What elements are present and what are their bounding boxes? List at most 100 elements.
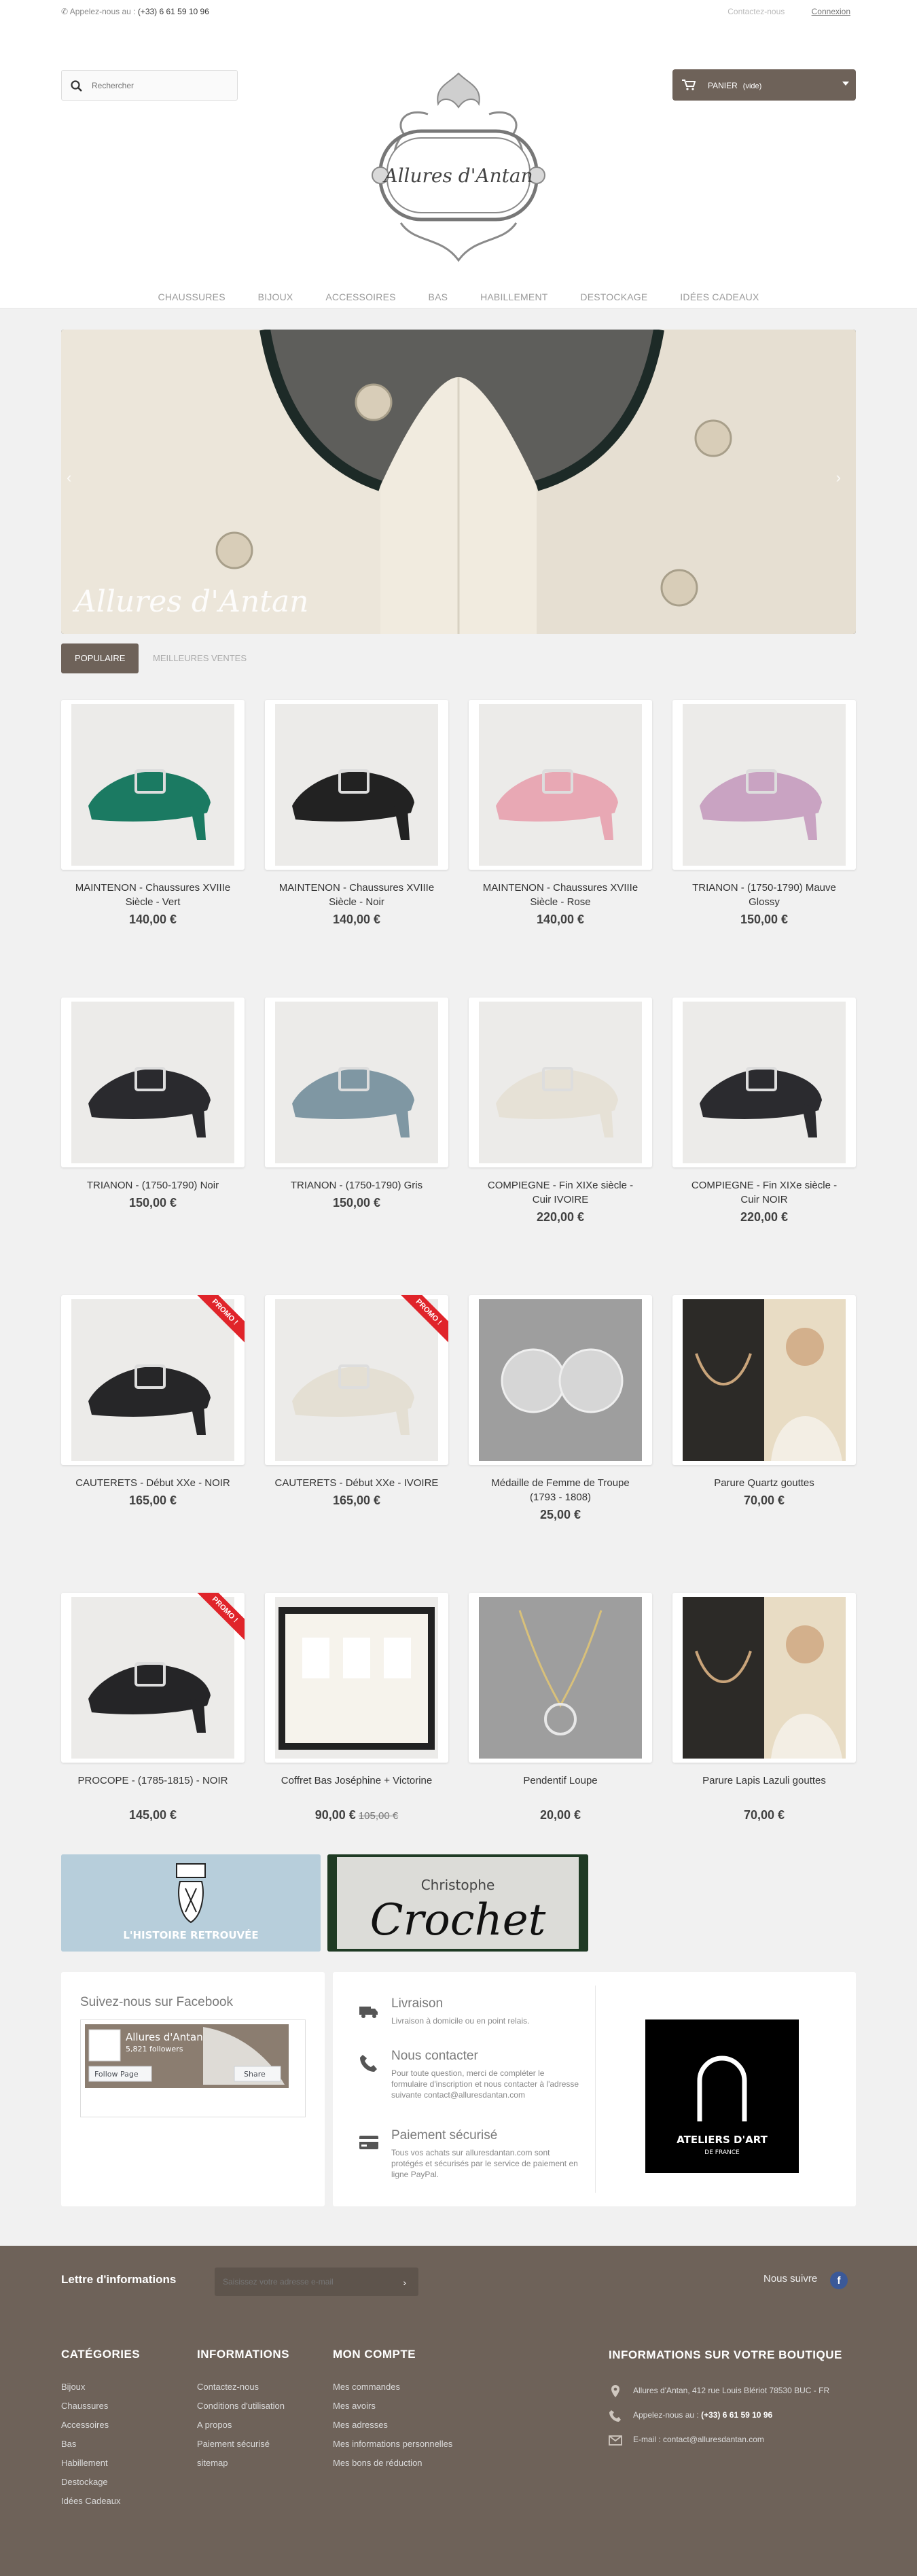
footer-link[interactable]: Destockage (61, 2477, 140, 2487)
product-card[interactable]: PROMO ! CAUTERETS - Début XXe - NOIR 165,0… (61, 1295, 245, 1508)
menu-item-bas[interactable]: BAS (429, 292, 448, 302)
product-photo (275, 1002, 438, 1163)
footer-link[interactable]: Mes informations personnelles (333, 2439, 452, 2449)
menu-item-bijoux[interactable]: BIJOUX (258, 292, 293, 302)
store-email-text[interactable]: E-mail : contact@alluresdantan.com (633, 2435, 764, 2444)
product-name[interactable]: TRIANON - (1750-1790) Gris (265, 1178, 448, 1193)
newsletter-form[interactable]: › (215, 2268, 418, 2296)
footer-link[interactable]: Chaussures (61, 2401, 140, 2411)
store-address-text: Allures d'Antan, 412 rue Louis Blériot 7… (633, 2386, 830, 2395)
product-card[interactable]: TRIANON - (1750-1790) Mauve Glossy 150,00… (672, 700, 856, 927)
product-name[interactable]: Parure Quartz gouttes (672, 1476, 856, 1490)
product-card[interactable]: MAINTENON - Chaussures XVIIIe Siècle - N… (265, 700, 448, 927)
product-card[interactable]: TRIANON - (1750-1790) Noir 150,00 € (61, 998, 245, 1210)
product-name[interactable]: CAUTERETS - Début XXe - NOIR (61, 1476, 245, 1490)
product-card[interactable]: COMPIEGNE - Fin XIXe siècle - Cuir NOIR 2… (672, 998, 856, 1224)
product-image[interactable] (672, 998, 856, 1167)
product-card[interactable]: Parure Lapis Lazuli gouttes 70,00 € (672, 1593, 856, 1822)
product-card[interactable]: MAINTENON - Chaussures XVIIIe Siècle - R… (469, 700, 652, 927)
menu-item-accessoires[interactable]: ACCESSOIRES (325, 292, 395, 302)
product-card[interactable]: Pendentif Loupe 20,00 € (469, 1593, 652, 1822)
product-photo (71, 1597, 234, 1759)
tab-meilleures-ventes[interactable]: MEILLEURES VENTES (139, 643, 260, 673)
product-name[interactable]: Parure Lapis Lazuli gouttes (672, 1774, 856, 1788)
product-image[interactable]: PROMO ! (265, 1295, 448, 1465)
footer-link[interactable]: Mes avoirs (333, 2401, 452, 2411)
facebook-plugin[interactable]: Allures d'Antan 5,821 followers Follow P… (80, 2019, 306, 2117)
menu-item-destockage[interactable]: DESTOCKAGE (580, 292, 647, 302)
site-logo[interactable]: Allures d'Antan (353, 67, 564, 270)
product-card[interactable]: PROMO ! CAUTERETS - Début XXe - IVOIRE 165… (265, 1295, 448, 1508)
product-name[interactable]: MAINTENON - Chaussures XVIIIe Siècle - R… (469, 881, 652, 909)
product-card[interactable]: COMPIEGNE - Fin XIXe siècle - Cuir IVOIR… (469, 998, 652, 1224)
footer-link[interactable]: A propos (197, 2420, 289, 2430)
search-box[interactable] (61, 70, 238, 101)
product-image[interactable] (61, 998, 245, 1167)
product-card[interactable]: Coffret Bas Joséphine + Victorine 90,00 €… (265, 1593, 448, 1822)
product-name[interactable]: TRIANON - (1750-1790) Noir (61, 1178, 245, 1193)
product-name[interactable]: TRIANON - (1750-1790) Mauve Glossy (672, 881, 856, 909)
product-card[interactable]: TRIANON - (1750-1790) Gris 150,00 € (265, 998, 448, 1210)
product-image[interactable] (469, 1593, 652, 1763)
product-name[interactable]: CAUTERETS - Début XXe - IVOIRE (265, 1476, 448, 1490)
product-name[interactable]: MAINTENON - Chaussures XVIIIe Siècle - V… (61, 881, 245, 909)
product-card[interactable]: MAINTENON - Chaussures XVIIIe Siècle - V… (61, 700, 245, 927)
product-name[interactable]: COMPIEGNE - Fin XIXe siècle - Cuir NOIR (672, 1178, 856, 1207)
menu-item-idees-cadeaux[interactable]: IDÉES CADEAUX (680, 292, 759, 302)
product-image[interactable] (672, 700, 856, 870)
footer-link[interactable]: Accessoires (61, 2420, 140, 2430)
product-name[interactable]: Pendentif Loupe (469, 1774, 652, 1788)
banner-histoire-retrouvee[interactable]: L'HISTOIRE RETROUVÉE (61, 1854, 321, 1952)
footer-link[interactable]: Idées Cadeaux (61, 2496, 140, 2506)
product-image[interactable] (672, 1593, 856, 1763)
footer-link[interactable]: Mes bons de réduction (333, 2458, 452, 2468)
footer-link[interactable]: Contactez-nous (197, 2382, 289, 2392)
product-card[interactable]: Médaille de Femme de Troupe (1793 - 1808… (469, 1295, 652, 1522)
banner-christophe-crochet[interactable]: Christophe Crochet (327, 1854, 588, 1952)
ateliers-art-logo[interactable]: ATELIERS D'ART DE FRANCE (645, 2019, 799, 2173)
store-phone-number[interactable]: (+33) 6 61 59 10 96 (701, 2410, 772, 2420)
chevron-right-icon[interactable]: › (403, 2277, 406, 2288)
footer-link[interactable]: Bas (61, 2439, 140, 2449)
product-image[interactable] (469, 1295, 652, 1465)
product-name[interactable]: Médaille de Femme de Troupe (1793 - 1808… (469, 1476, 652, 1504)
product-price: 90,00 €105,00 € (265, 1808, 448, 1822)
footer-link[interactable]: Paiement sécurisé (197, 2439, 289, 2449)
product-name[interactable]: MAINTENON - Chaussures XVIIIe Siècle - N… (265, 881, 448, 909)
product-image[interactable] (61, 700, 245, 870)
facebook-follow-button[interactable]: Follow Page (94, 2070, 139, 2079)
footer-link[interactable]: Mes commandes (333, 2382, 452, 2392)
facebook-share-button[interactable]: Share (244, 2070, 266, 2079)
product-image[interactable] (672, 1295, 856, 1465)
product-name[interactable]: Coffret Bas Joséphine + Victorine (265, 1774, 448, 1788)
footer-link[interactable]: Conditions d'utilisation (197, 2401, 289, 2411)
cart-button[interactable]: PANIER (vide) (672, 69, 856, 101)
product-image[interactable]: PROMO ! (61, 1593, 245, 1763)
product-name[interactable]: PROCOPE - (1785-1815) - NOIR (61, 1774, 245, 1788)
footer-link[interactable]: Habillement (61, 2458, 140, 2468)
product-image[interactable] (469, 700, 652, 870)
home-slider[interactable]: Allures d'Antan ‹ › (61, 330, 856, 634)
product-card[interactable]: PROMO ! PROCOPE - (1785-1815) - NOIR 145,0… (61, 1593, 245, 1822)
product-image[interactable] (469, 998, 652, 1167)
newsletter-email-input[interactable] (223, 2276, 393, 2288)
contact-link[interactable]: Contactez-nous (727, 7, 785, 16)
product-image[interactable] (265, 998, 448, 1167)
search-icon[interactable] (70, 80, 84, 93)
product-name[interactable]: COMPIEGNE - Fin XIXe siècle - Cuir IVOIR… (469, 1178, 652, 1207)
product-image[interactable] (265, 700, 448, 870)
footer-link[interactable]: Mes adresses (333, 2420, 452, 2430)
menu-item-habillement[interactable]: HABILLEMENT (480, 292, 547, 302)
slider-next-icon[interactable]: › (836, 469, 841, 487)
search-input[interactable] (92, 79, 228, 92)
login-link[interactable]: Connexion (812, 7, 850, 16)
footer-link[interactable]: Bijoux (61, 2382, 140, 2392)
tab-populaire[interactable]: POPULAIRE (61, 643, 139, 673)
facebook-icon[interactable]: f (830, 2272, 848, 2289)
slider-prev-icon[interactable]: ‹ (67, 469, 71, 487)
product-card[interactable]: Parure Quartz gouttes 70,00 € (672, 1295, 856, 1508)
menu-item-chaussures[interactable]: CHAUSSURES (158, 292, 226, 302)
product-image[interactable]: PROMO ! (61, 1295, 245, 1465)
product-image[interactable] (265, 1593, 448, 1763)
footer-link[interactable]: sitemap (197, 2458, 289, 2468)
